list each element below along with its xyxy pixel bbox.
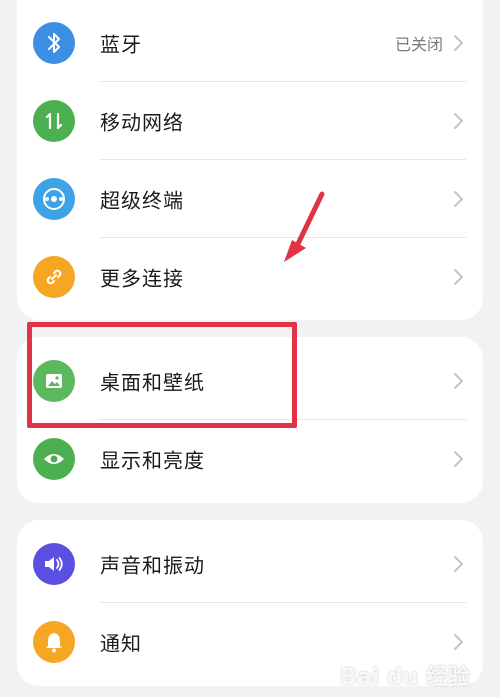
settings-item-label: 声音和振动 (100, 553, 205, 578)
settings-item-mobile-network[interactable]: 移动网络 (17, 82, 483, 160)
settings-item-sound[interactable]: 声音和振动 (17, 525, 483, 603)
settings-item-label: 通知 (100, 631, 142, 656)
annotation-highlight-box (27, 322, 297, 428)
settings-item-label: 更多连接 (100, 266, 184, 291)
chevron-right-icon (454, 634, 464, 650)
bluetooth-icon (33, 22, 75, 64)
bluetooth-status: 已关闭 (394, 35, 443, 54)
super-device-icon (33, 178, 75, 220)
settings-item-display-brightness[interactable]: 显示和亮度 (17, 420, 483, 498)
chevron-right-icon (454, 269, 464, 285)
bell-icon (33, 621, 75, 663)
settings-item-label: 移动网络 (100, 110, 184, 135)
settings-item-bluetooth[interactable]: 蓝牙 已关闭 (17, 4, 483, 82)
chevron-right-icon (454, 35, 464, 51)
watermark-logo: Bai du 经验 (340, 665, 470, 690)
settings-item-label: 蓝牙 (100, 32, 142, 57)
settings-item-label: 显示和亮度 (100, 448, 205, 473)
settings-item-label: 超级终端 (100, 188, 184, 213)
chevron-right-icon (454, 191, 464, 207)
settings-item-super-device[interactable]: 超级终端 (17, 160, 483, 238)
chevron-right-icon (454, 451, 464, 467)
settings-group-connectivity: 蓝牙 已关闭 移动网络 超级终端 更多连接 (17, 0, 483, 320)
link-icon (33, 256, 75, 298)
mobile-data-icon (33, 100, 75, 142)
chevron-right-icon (454, 373, 464, 389)
chevron-right-icon (454, 113, 464, 129)
chevron-right-icon (454, 556, 464, 572)
speaker-icon (33, 543, 75, 585)
annotation-arrow-icon (284, 191, 325, 262)
settings-item-more-connections[interactable]: 更多连接 (17, 238, 483, 316)
eye-icon (33, 438, 75, 480)
